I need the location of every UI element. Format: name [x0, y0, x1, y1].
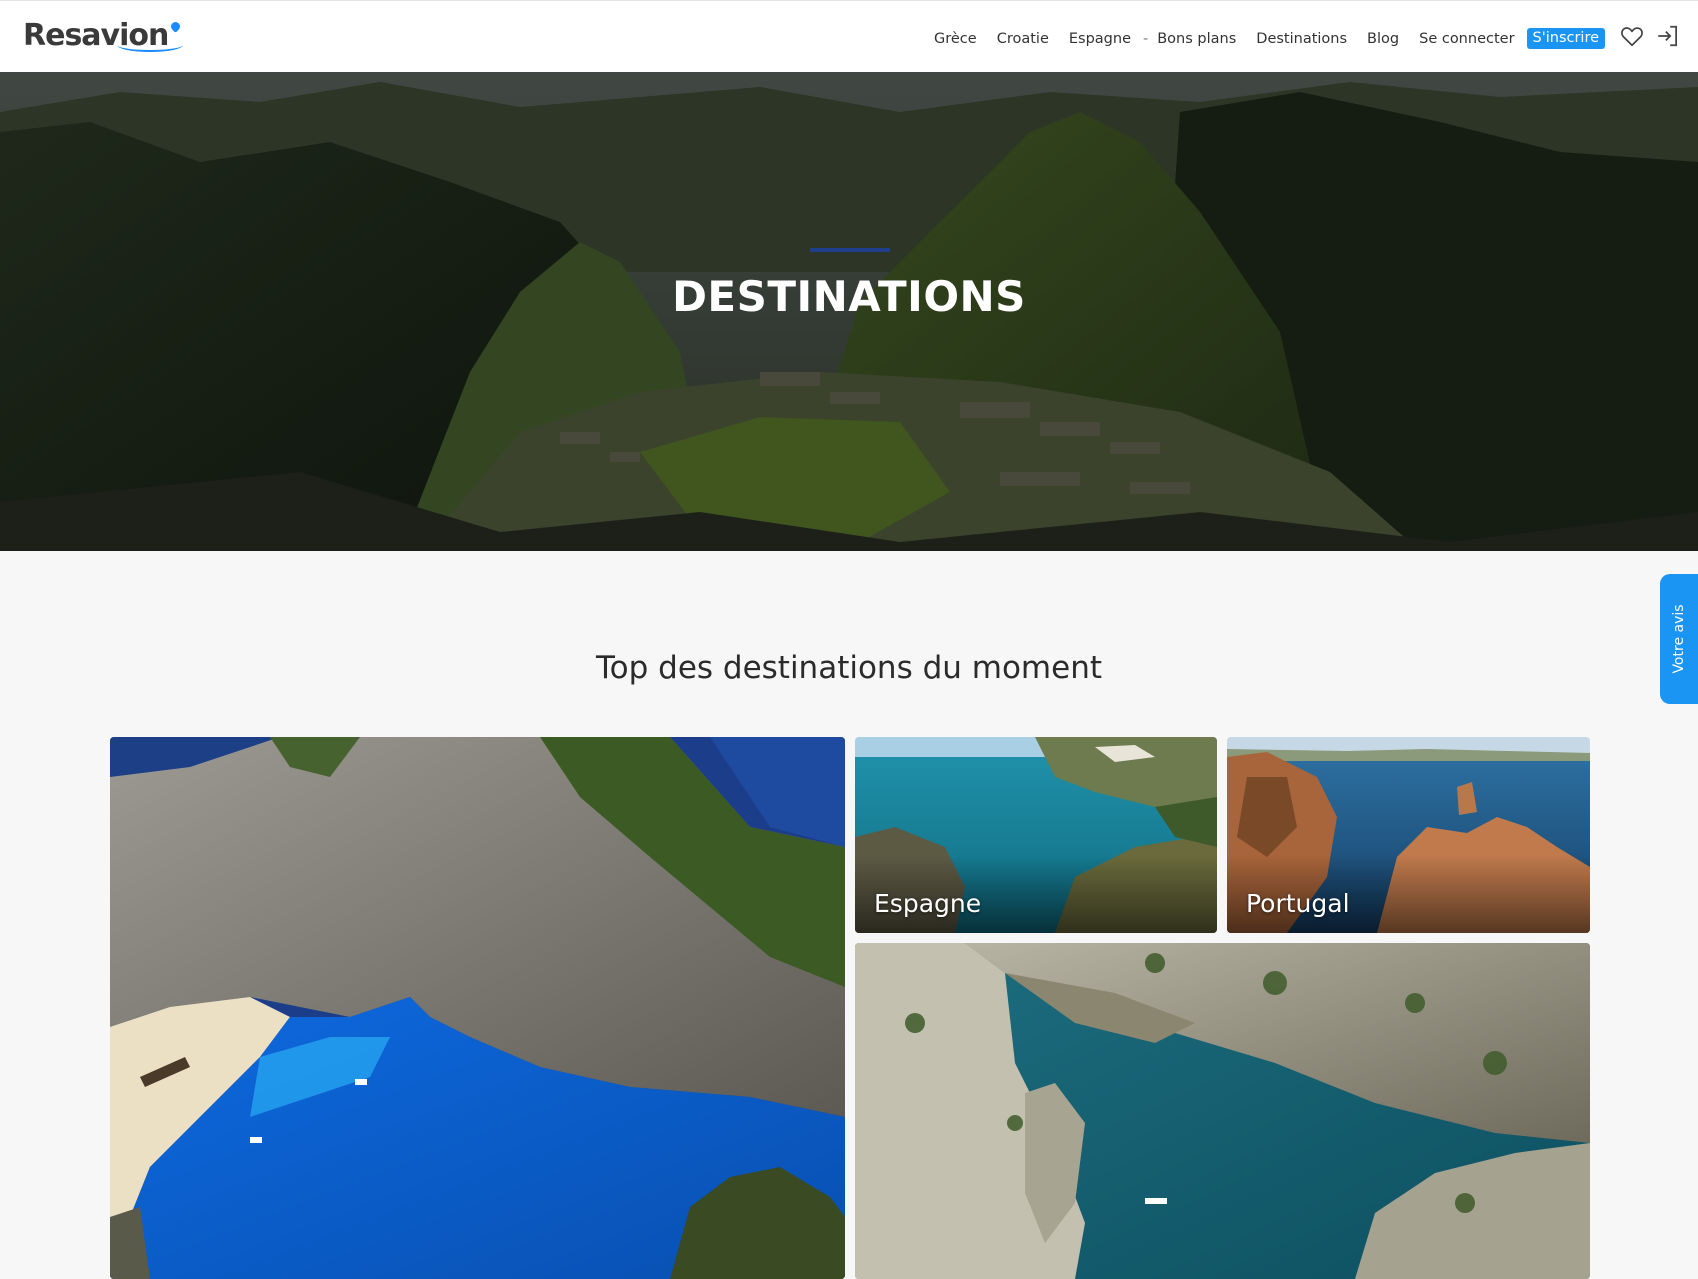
- nav-separator: -: [1143, 30, 1149, 47]
- site-header: Resavion Grèce Croatie Espagne - Bons pl…: [0, 0, 1698, 72]
- logo[interactable]: Resavion: [23, 15, 184, 55]
- destination-card-label: Portugal: [1246, 889, 1350, 918]
- hero-title: DESTINATIONS: [672, 272, 1026, 321]
- destination-image: [855, 943, 1590, 1279]
- nav-item-blog[interactable]: Blog: [1367, 31, 1399, 47]
- nav-item-destinations[interactable]: Destinations: [1256, 31, 1347, 47]
- destination-card-calanques[interactable]: [855, 943, 1590, 1279]
- section-title: Top des destinations du moment: [595, 650, 1103, 686]
- destination-card-grece[interactable]: [110, 737, 845, 1279]
- nav-item-croatie[interactable]: Croatie: [997, 31, 1049, 47]
- login-icon[interactable]: [1655, 23, 1681, 49]
- nav-item-grece[interactable]: Grèce: [934, 31, 977, 47]
- logo-mark-icon: [117, 20, 184, 52]
- signup-button[interactable]: S'inscrire: [1526, 28, 1606, 49]
- nav-item-se-connecter[interactable]: Se connecter: [1419, 31, 1514, 47]
- nav-item-espagne[interactable]: Espagne: [1069, 31, 1131, 47]
- destination-card-portugal[interactable]: Portugal: [1227, 737, 1590, 933]
- hero-banner: DESTINATIONS: [0, 72, 1698, 551]
- main-nav: Grèce Croatie Espagne - Bons plans Desti…: [934, 28, 1606, 49]
- destination-image: [110, 737, 845, 1279]
- destination-card-label: Espagne: [874, 889, 982, 918]
- heart-icon[interactable]: [1619, 23, 1645, 49]
- destination-card-espagne[interactable]: Espagne: [855, 737, 1217, 933]
- nav-item-bons-plans[interactable]: Bons plans: [1157, 31, 1236, 47]
- hero-accent-bar: [810, 248, 890, 252]
